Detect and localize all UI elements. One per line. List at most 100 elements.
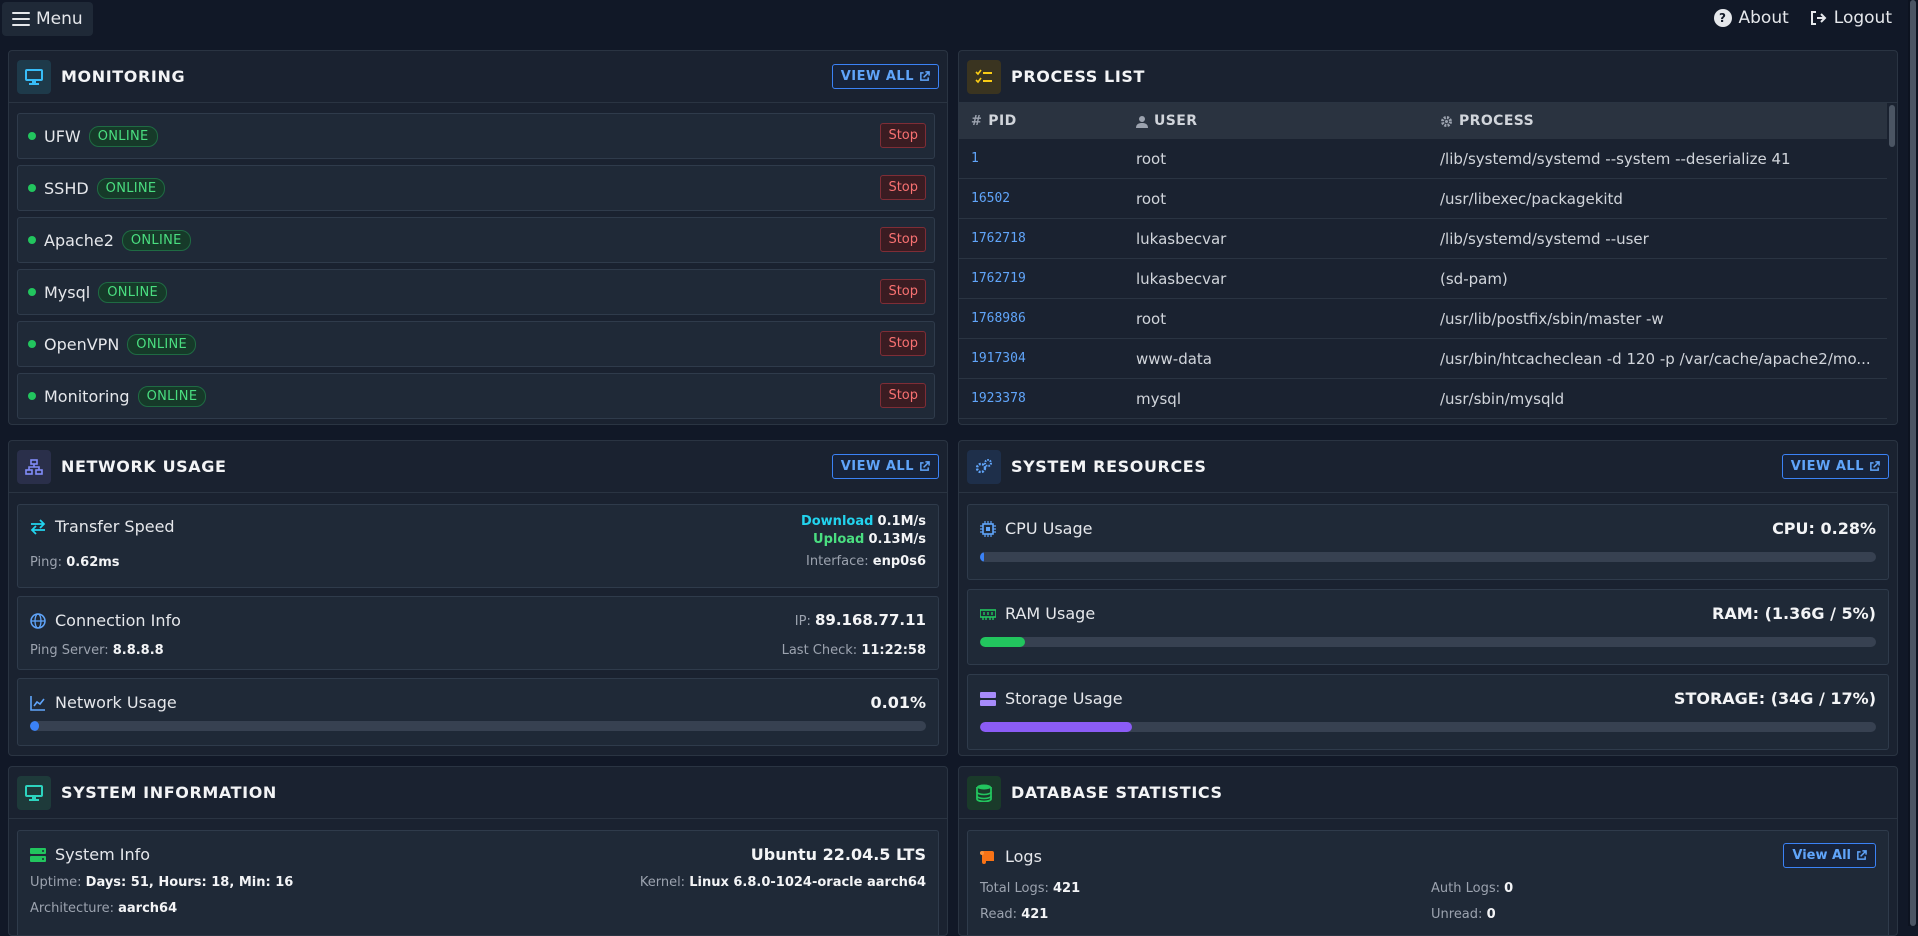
stop-button[interactable]: Stop [880,383,926,408]
storage-title: Storage Usage [1005,689,1123,708]
process-scrollbar-thumb[interactable] [1889,105,1895,147]
speed-stats: Download 0.1M/s Upload 0.13M/s Interface… [801,513,926,571]
table-row: 1923378 mysql/usr/sbin/mysqld [959,379,1890,419]
read-row: Read: 421 [980,907,1048,922]
network-view-all-button[interactable]: VIEW ALL [831,454,939,479]
table-row: 1 root/lib/systemd/systemd --system --des… [959,139,1890,179]
page-scrollbar[interactable] [1908,0,1918,926]
about-label: About [1738,8,1789,28]
pid-cell: 1917304 [971,351,1026,366]
status-dot-icon [28,288,36,296]
page-scrollbar-thumb[interactable] [1910,0,1916,926]
hamburger-icon [12,12,30,26]
top-navbar: Menu ? About Logout [0,0,1908,40]
kernel-label: Kernel: [639,875,686,890]
stop-button[interactable]: Stop [880,279,926,304]
gear-icon [1441,115,1452,127]
network-wired-icon [17,449,51,484]
stop-button[interactable]: Stop [880,227,926,252]
process-list-card: PROCESS LIST # PID USER PROCESS 1 root/lib… [958,50,1898,425]
service-name: Apache2 [44,230,114,250]
network-usage-bar [30,721,926,731]
service-row: UFW ONLINE Stop [17,113,935,159]
user-cell: root [1136,309,1167,328]
list-check-icon [967,59,1001,94]
ram-usage-panel: RAM Usage RAM: (1.36G / 5%) [967,589,1889,665]
auth-logs-row: Auth Logs: 0 [1431,881,1513,896]
ping-label: Ping: [30,555,63,570]
monitoring-view-all-button[interactable]: VIEW ALL [831,64,939,89]
external-link-icon [1870,461,1880,471]
network-usage-title-row: Network Usage [30,693,177,712]
system-info-panel: System Info Ubuntu 22.04.5 LTS Uptime: D… [17,830,939,935]
process-table-scrollbar[interactable] [1887,103,1897,424]
logs-view-all-button[interactable]: View All [1783,843,1876,868]
ram-title-row: RAM Usage [980,604,1095,623]
system-info-title: System Info [55,845,151,864]
uptime-value: Days: 51, Hours: 18, Min: 16 [85,875,294,890]
process-cell: /usr/libexec/packagekitd [1440,189,1623,208]
transfer-speed-panel: Transfer Speed Ping: 0.62ms Download 0.1… [17,504,939,588]
external-link-icon [1857,850,1867,860]
scroll-icon [980,850,994,864]
menu-label: Menu [36,9,83,29]
interface-value: enp0s6 [872,554,926,569]
logs-panel: Logs View All Total Logs: 421 Auth Logs:… [967,830,1889,935]
arch-value: aarch64 [118,901,178,916]
logs-title-row: Logs [980,847,1042,866]
architecture-row: Architecture: aarch64 [30,901,177,916]
user-icon [1136,115,1148,128]
hash-icon: # [971,113,983,129]
ram-usage-bar-fill [980,637,1025,647]
unread-label: Unread: [1431,907,1483,922]
upload-label: Upload [813,532,865,547]
uptime-label: Uptime: [30,875,82,890]
download-label: Download [800,514,874,529]
logout-icon [1810,11,1827,25]
service-name: Mysql [44,282,91,302]
status-badge: ONLINE [96,177,166,199]
monitoring-header: MONITORING VIEW ALL [9,51,947,103]
table-row: 1762719 lukasbecvar (sd-pam) [959,259,1890,299]
storage-title-row: Storage Usage [980,689,1123,708]
menu-button[interactable]: Menu [2,2,93,36]
resources-view-all-button[interactable]: VIEW ALL [1781,454,1889,479]
kernel-value: Linux 6.8.0-1024-oracle aarch64 [689,875,926,890]
last-check-row: Last Check: 11:22:58 [782,643,926,658]
connection-info-title-row: Connection Info [30,611,181,630]
desktop-icon [17,775,51,810]
process-cell: /usr/lib/postfix/sbin/master -w [1440,309,1664,328]
ip-row: IP: 89.168.77.11 [795,611,926,629]
storage-usage-bar [980,722,1876,732]
pid-cell: 1762719 [971,271,1026,286]
globe-icon [30,612,46,629]
kernel-row: Kernel: Linux 6.8.0-1024-oracle aarch64 [640,875,926,890]
last-check-label: Last Check: [781,643,858,658]
logout-link[interactable]: Logout [1809,8,1892,28]
stop-button[interactable]: Stop [880,123,926,148]
status-dot-icon [28,132,36,140]
status-dot-icon [28,236,36,244]
service-row: SSHD ONLINE Stop [17,165,935,211]
table-row: 16502 root/usr/libexec/packagekitd [959,179,1890,219]
status-badge: ONLINE [121,229,191,251]
stop-button[interactable]: Stop [880,331,926,356]
about-link[interactable]: ? About [1713,8,1789,28]
logout-label: Logout [1833,8,1892,28]
network-usage-panel: Network Usage 0.01% [17,678,939,746]
database-header: DATABASE STATISTICS [959,767,1897,819]
transfer-speed-title-row: Transfer Speed [30,517,175,536]
read-value: 421 [1021,907,1049,922]
service-row: Apache2 ONLINE Stop [17,217,935,263]
stop-button[interactable]: Stop [880,175,926,200]
external-link-icon [920,461,930,471]
pid-cell: 1768986 [971,311,1026,326]
status-badge: ONLINE [88,125,158,147]
exchange-arrows-icon [30,518,46,535]
network-usage-card: NETWORK USAGE VIEW ALL Transfer Speed Pi… [8,440,948,756]
server-icon [30,847,46,862]
desktop-icon [17,59,51,94]
cpu-icon [980,520,996,537]
user-cell: www-data [1136,349,1213,368]
question-circle-icon: ? [1713,9,1732,27]
